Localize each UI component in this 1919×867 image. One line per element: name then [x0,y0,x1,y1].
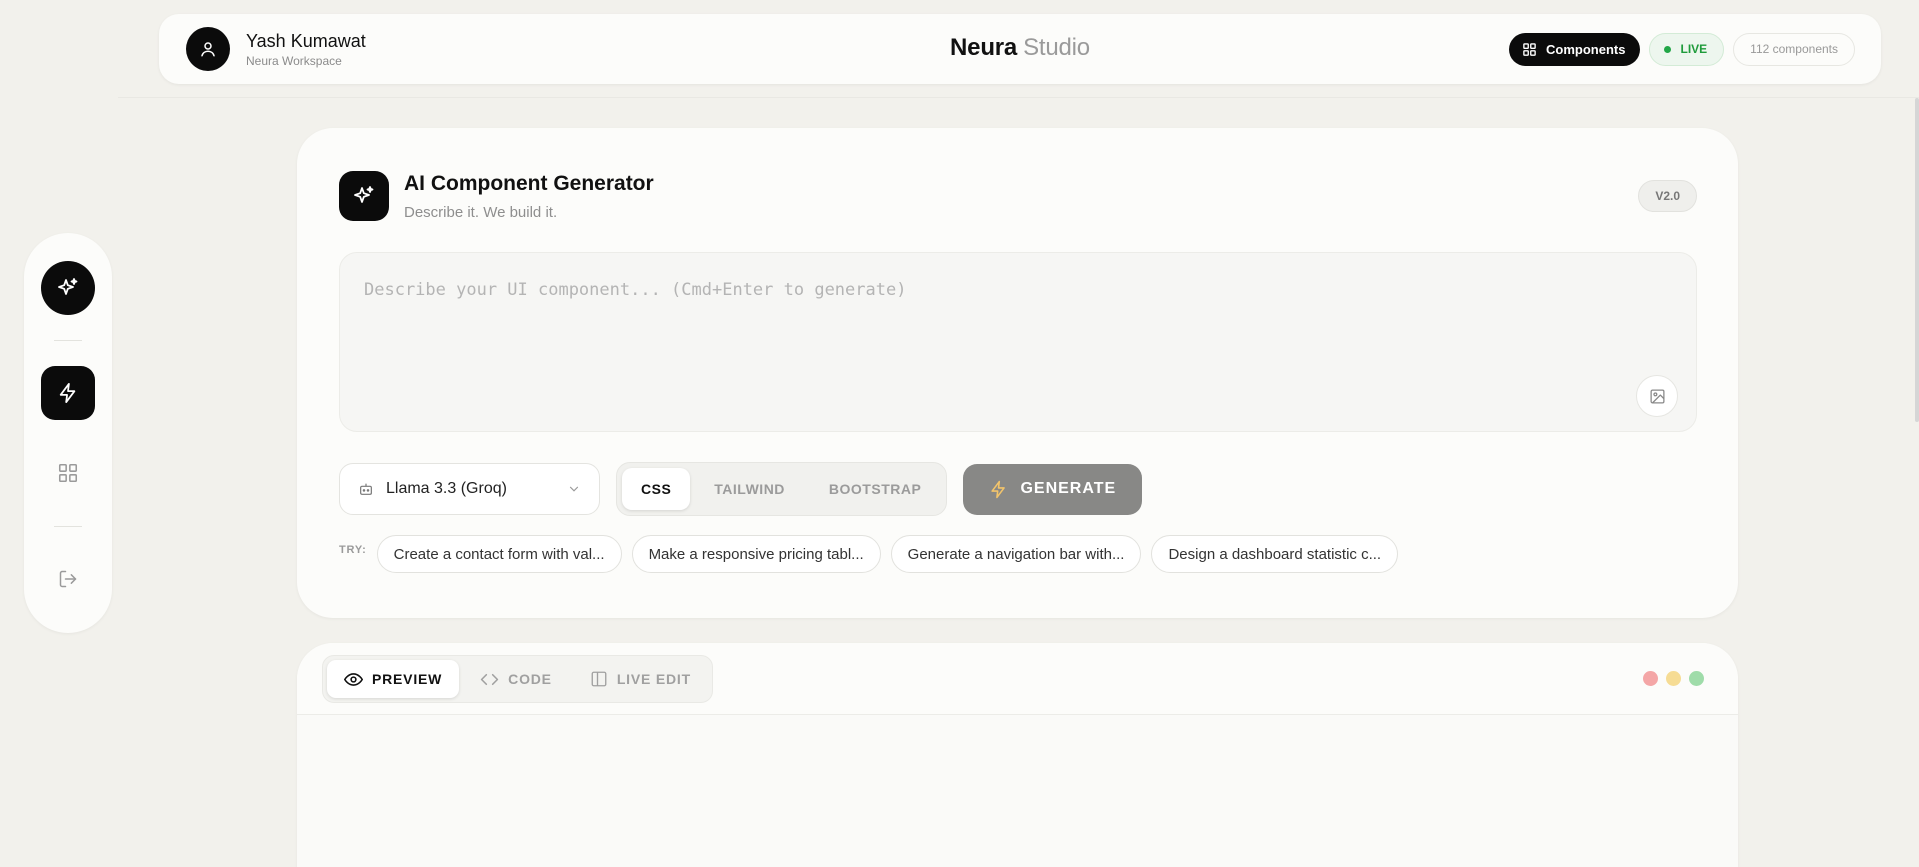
framework-option-tailwind[interactable]: TAILWIND [694,468,805,510]
prompt-container [339,252,1697,432]
tab-preview-label: PREVIEW [372,671,443,687]
generate-button-label: GENERATE [1020,480,1117,497]
view-tabs: PREVIEW CODE LIVE EDIT [322,655,713,703]
user-icon [201,42,215,57]
user-info: Yash Kumawat Neura Workspace [246,30,366,69]
model-select[interactable]: Llama 3.3 (Groq) [339,463,600,515]
generator-title: AI Component Generator [404,172,654,195]
scrollbar[interactable] [1915,98,1919,422]
code-icon [480,673,499,685]
generator-subtitle: Describe it. We build it. [404,204,558,221]
window-dot-green [1689,671,1704,686]
tab-code[interactable]: CODE [463,660,569,698]
suggestion-chip[interactable]: Design a dashboard statistic c... [1151,535,1399,573]
suggestion-chip[interactable]: Create a contact form with val... [376,535,622,573]
sidebar-item-logout[interactable] [41,552,95,606]
framework-toggle: CSS TAILWIND BOOTSTRAP [616,462,948,516]
user-avatar[interactable] [186,27,230,71]
components-button[interactable]: Components [1509,32,1641,66]
try-label: TRY: [339,544,367,556]
tab-code-label: CODE [508,671,552,687]
bot-icon [360,483,372,495]
grid-icon [1523,42,1536,56]
live-label: LIVE [1680,42,1708,56]
generator-card: AI Component Generator Describe it. We b… [297,128,1738,618]
sidebar-item-generator[interactable] [41,261,95,315]
live-status-badge: LIVE [1649,32,1725,66]
framework-option-css[interactable]: CSS [622,468,691,510]
brand-main: Neura [950,34,1018,61]
sparkles-icon [354,186,374,203]
model-select-value: Llama 3.3 (Groq) [386,480,507,497]
tab-preview[interactable]: PREVIEW [327,660,460,698]
window-dot-yellow [1666,671,1681,686]
logout-icon [59,570,77,588]
sparkles-icon [58,278,78,295]
suggestion-chip[interactable]: Generate a navigation bar with... [890,535,1142,573]
brand-sub: Studio [1023,34,1090,61]
lightning-icon [59,382,76,404]
app-brand: Neura Studio [950,34,1090,62]
image-icon [1649,388,1665,404]
sidebar [24,233,112,633]
sidebar-item-library[interactable] [41,446,95,500]
user-name: Yash Kumawat [246,30,366,51]
tab-live-edit[interactable]: LIVE EDIT [573,660,708,698]
tab-live-edit-label: LIVE EDIT [616,671,691,687]
sidebar-item-quick[interactable] [41,366,95,420]
window-dots [1643,671,1704,686]
component-count-badge: 112 components [1733,32,1855,66]
sidebar-divider [54,340,82,341]
generate-button[interactable]: GENERATE [963,463,1143,515]
suggestions-row: TRY: Create a contact form with val... M… [339,535,1399,573]
preview-card: PREVIEW CODE LIVE EDIT [297,643,1738,867]
lightning-icon [991,480,1006,498]
framework-option-bootstrap[interactable]: BOOTSTRAP [809,468,941,510]
components-button-label: Components [1546,41,1626,57]
image-upload-button[interactable] [1636,375,1678,417]
generator-logo [339,171,389,221]
header-divider [118,97,1919,98]
sidebar-divider [54,526,82,527]
suggestion-chip[interactable]: Make a responsive pricing tabl... [631,535,881,573]
top-header: Yash Kumawat Neura Workspace Neura Studio… [159,14,1881,84]
live-dot-icon [1664,45,1672,53]
version-badge: V2.0 [1638,180,1697,212]
chevron-down-icon [569,486,579,492]
eye-icon [344,672,363,686]
columns-icon [591,671,607,687]
grid-icon [58,463,78,483]
preview-toolbar: PREVIEW CODE LIVE EDIT [297,643,1738,715]
window-dot-red [1643,671,1658,686]
prompt-input[interactable] [340,253,1696,431]
workspace-name: Neura Workspace [246,53,342,68]
